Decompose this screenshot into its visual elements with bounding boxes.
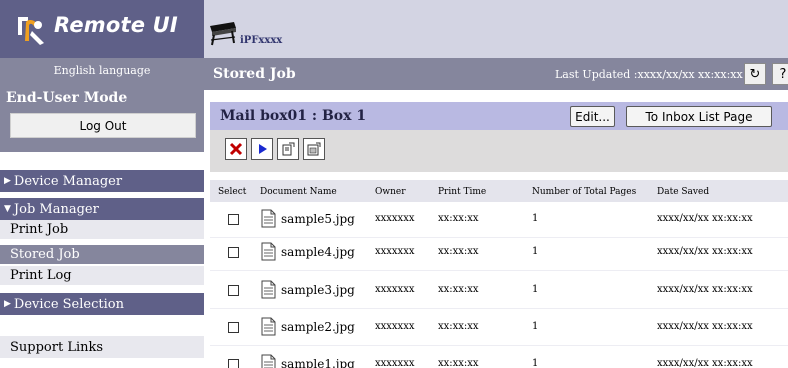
print-time: xx:xx:xx: [438, 246, 479, 257]
play-icon: [259, 144, 267, 154]
select-checkbox[interactable]: [228, 247, 239, 258]
date-saved: xxxx/xx/xx xx:xx:xx: [657, 321, 753, 332]
printer-bar: iPFxxxx: [204, 0, 788, 58]
col-total-pages: Number of Total Pages: [532, 187, 637, 197]
printer-icon: [210, 22, 236, 46]
help-button[interactable]: ?: [772, 63, 788, 85]
document-name[interactable]: sample1.jpg: [281, 357, 355, 368]
total-pages: 1: [532, 246, 539, 257]
triangle-right-icon: ▶: [4, 299, 11, 309]
triangle-right-icon: ▶: [4, 176, 11, 186]
col-owner: Owner: [375, 187, 406, 197]
language-link[interactable]: English language: [0, 64, 204, 77]
inbox-list-button[interactable]: To Inbox List Page: [626, 106, 772, 127]
move-document-icon: [282, 142, 295, 156]
owner: xxxxxxx: [375, 213, 415, 224]
document-name-cell: sample4.jpg: [261, 242, 355, 261]
user-mode-panel: English language End-User Mode Log Out: [0, 58, 204, 152]
mailbox-title: Mail box01 : Box 1: [220, 108, 367, 124]
select-checkbox[interactable]: [228, 285, 239, 296]
sidebar-item-print-log[interactable]: Print Log: [0, 266, 204, 286]
print-time: xx:xx:xx: [438, 284, 479, 295]
help-icon: ?: [779, 66, 787, 82]
owner: xxxxxxx: [375, 246, 415, 257]
select-checkbox[interactable]: [228, 359, 239, 368]
refresh-button[interactable]: ↻: [744, 63, 766, 85]
document-name[interactable]: sample4.jpg: [281, 245, 355, 259]
owner: xxxxxxx: [375, 284, 415, 295]
document-name-cell: sample5.jpg: [261, 209, 355, 228]
details-button[interactable]: [303, 138, 325, 160]
table-row[interactable]: sample1.jpg xxxxxxx xx:xx:xx 1 xxxx/xx/x…: [210, 350, 788, 368]
table-row[interactable]: sample2.jpg xxxxxxx xx:xx:xx 1 xxxx/xx/x…: [210, 313, 788, 346]
document-name[interactable]: sample5.jpg: [281, 212, 355, 226]
mailbox-header: Mail box01 : Box 1 Edit... To Inbox List…: [210, 102, 788, 130]
total-pages: 1: [532, 284, 539, 295]
nav-job-manager[interactable]: ▼ Job Manager: [0, 198, 204, 220]
logo-area: Remote UI: [0, 0, 204, 58]
remote-ui-logo-icon: [18, 17, 44, 45]
total-pages: 1: [532, 213, 539, 224]
document-icon: [261, 354, 276, 368]
document-name-cell: sample1.jpg: [261, 354, 355, 368]
total-pages: 1: [532, 321, 539, 332]
date-saved: xxxx/xx/xx xx:xx:xx: [657, 284, 753, 295]
document-icon: [261, 209, 276, 228]
owner: xxxxxxx: [375, 321, 415, 332]
document-icon: [261, 242, 276, 261]
document-name-cell: sample2.jpg: [261, 317, 355, 336]
last-updated: Last Updated :xxxx/xx/xx xx:xx:xx: [555, 68, 743, 81]
mode-title: End-User Mode: [6, 90, 128, 106]
print-time: xx:xx:xx: [438, 213, 479, 224]
select-checkbox[interactable]: [228, 322, 239, 333]
table-header: Select Document Name Owner Print Time Nu…: [210, 180, 788, 202]
nav-job-manager-label: Job Manager: [13, 201, 99, 217]
col-select: Select: [218, 187, 247, 197]
sidebar-item-print-job[interactable]: Print Job: [0, 220, 204, 240]
document-name[interactable]: sample2.jpg: [281, 320, 355, 334]
printer-name: iPFxxxx: [240, 35, 283, 46]
date-saved: xxxx/xx/xx xx:xx:xx: [657, 358, 753, 368]
move-button[interactable]: [277, 138, 299, 160]
triangle-down-icon: ▼: [4, 204, 11, 214]
owner: xxxxxxx: [375, 358, 415, 368]
document-name-cell: sample3.jpg: [261, 280, 355, 299]
document-icon: [261, 317, 276, 336]
edit-button[interactable]: Edit...: [570, 106, 615, 127]
date-saved: xxxx/xx/xx xx:xx:xx: [657, 246, 753, 257]
nav-device-manager-label: Device Manager: [13, 173, 123, 189]
logout-button[interactable]: Log Out: [10, 113, 196, 138]
app-title: Remote UI: [54, 13, 178, 37]
page-title: Stored Job: [213, 66, 296, 82]
print-time: xx:xx:xx: [438, 321, 479, 332]
col-date-saved: Date Saved: [657, 187, 710, 197]
sidebar-item-stored-job[interactable]: Stored Job: [0, 245, 204, 265]
table-row[interactable]: sample4.jpg xxxxxxx xx:xx:xx 1 xxxx/xx/x…: [210, 238, 788, 271]
document-details-icon: [307, 142, 321, 156]
job-toolbar: [210, 130, 788, 172]
nav-device-selection-label: Device Selection: [13, 296, 124, 312]
support-links[interactable]: Support Links: [0, 336, 204, 358]
nav-device-selection[interactable]: ▶ Device Selection: [0, 293, 204, 315]
sidebar: Remote UI English language End-User Mode…: [0, 0, 204, 368]
nav-device-manager[interactable]: ▶ Device Manager: [0, 170, 204, 192]
table-row[interactable]: sample3.jpg xxxxxxx xx:xx:xx 1 xxxx/xx/x…: [210, 276, 788, 309]
title-bar: Stored Job Last Updated :xxxx/xx/xx xx:x…: [204, 58, 788, 90]
document-name[interactable]: sample3.jpg: [281, 283, 355, 297]
table-row[interactable]: sample5.jpg xxxxxxx xx:xx:xx 1 xxxx/xx/x…: [210, 205, 788, 238]
delete-icon: [229, 142, 243, 156]
delete-button[interactable]: [225, 138, 247, 160]
total-pages: 1: [532, 358, 539, 368]
select-checkbox[interactable]: [228, 214, 239, 225]
document-icon: [261, 280, 276, 299]
date-saved: xxxx/xx/xx xx:xx:xx: [657, 213, 753, 224]
refresh-icon: ↻: [749, 66, 761, 82]
col-document-name: Document Name: [260, 187, 337, 197]
print-button[interactable]: [251, 138, 273, 160]
print-time: xx:xx:xx: [438, 358, 479, 368]
col-print-time: Print Time: [438, 187, 487, 197]
